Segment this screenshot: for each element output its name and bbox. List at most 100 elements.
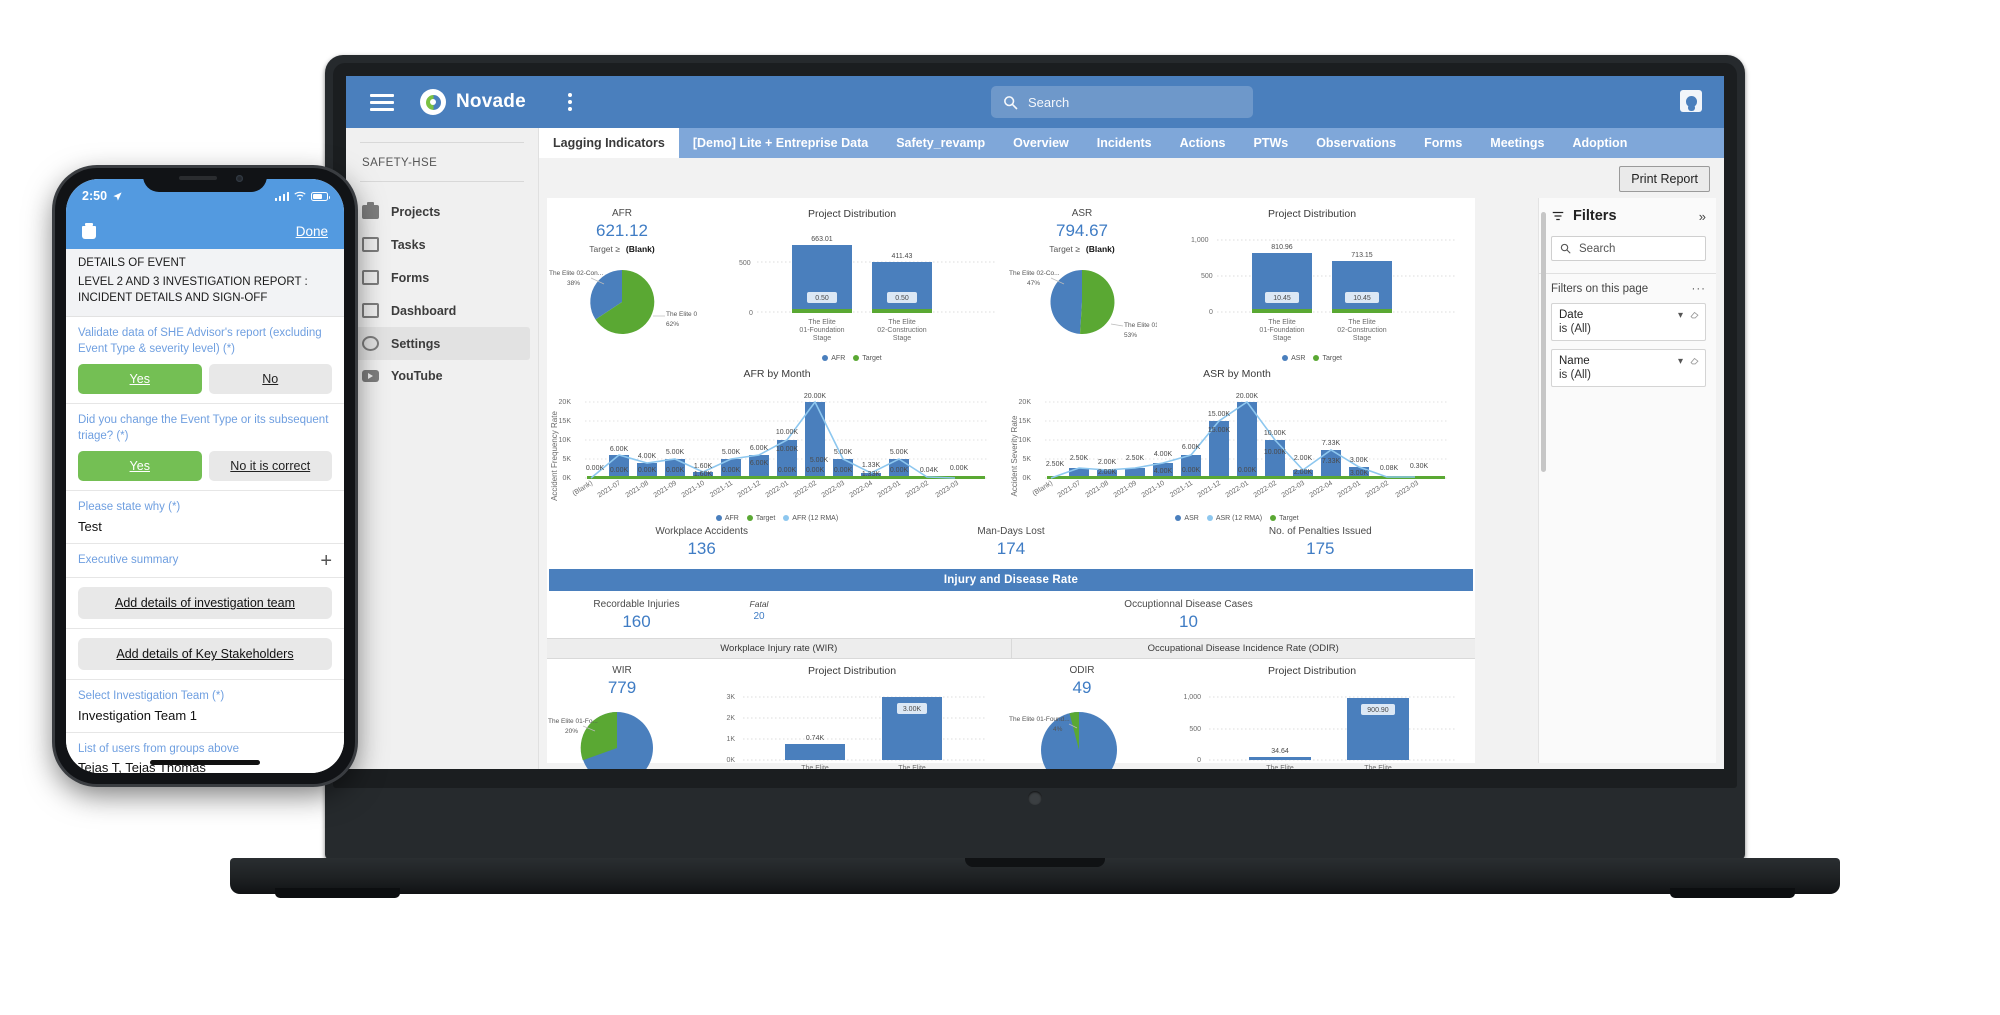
tab-demo-lite-entreprise-data[interactable]: [Demo] Lite + Entreprise Data [679,128,882,158]
rma-label: 7.33K [1322,458,1341,465]
account-icon[interactable] [1680,90,1702,112]
field-label: Please state why (*) [78,501,181,514]
choice-yes[interactable]: Yes [78,364,202,395]
kpi-value: 10 [1179,612,1198,631]
afr-pie-label-1: The Elite 01-... [666,311,697,318]
field-label: Executive summary [78,553,179,566]
add-key-stakeholders-button[interactable]: Add details of Key Stakeholders [78,638,332,671]
tab-forms[interactable]: Forms [1410,128,1476,158]
location-arrow-icon [113,191,122,201]
x-tick: 2021-11 [1169,480,1194,499]
sidebar-item-tasks[interactable]: Tasks [346,228,538,261]
field-label: Select Investigation Team (*) [78,690,225,703]
bar-sub-label: 0.00K [890,467,909,474]
laptop-lid: Novade Search SAFETY-HSE Projects Tasks … [325,55,1745,860]
x-tick: 2023-03 [1395,480,1421,500]
trash-icon[interactable] [82,223,96,239]
ellipsis-icon[interactable]: ··· [1692,283,1707,295]
tab-safety-revamp[interactable]: Safety_revamp [882,128,999,158]
x-tick: 2022-01 [1225,480,1251,500]
x-tick: 2022-03 [821,480,847,500]
kpi-value: 136 [687,539,716,558]
print-report-button[interactable]: Print Report [1619,166,1710,192]
bar-label: 5.00K [722,449,741,456]
app-header: Novade Search [346,76,1724,128]
filters-search-input[interactable]: Search [1551,236,1706,261]
chevron-double-right-icon[interactable]: » [1699,209,1706,224]
tab-meetings[interactable]: Meetings [1476,128,1558,158]
hamburger-icon[interactable] [370,93,394,111]
sidebar-item-label: Forms [391,270,430,285]
y-tick: 5K [562,456,571,463]
plus-icon[interactable]: + [320,551,332,571]
sidebar-item-projects[interactable]: Projects [346,196,538,228]
choice-no[interactable]: No [208,364,332,395]
field-please-state-why[interactable]: Please state why (*) Test [66,491,344,544]
done-button[interactable]: Done [296,224,328,239]
filter-card-date[interactable]: Date is (All) ▾ [1551,303,1706,341]
x-tick: (Blank) [572,480,595,498]
field-select-investigation-team[interactable]: Select Investigation Team (*) Investigat… [66,680,344,733]
chevron-down-icon[interactable]: ▾ [1678,356,1683,367]
briefcase-icon [362,202,379,219]
sidebar-item-dashboard[interactable]: Dashboard [346,294,538,327]
bar-sub-label: 0.00K [666,467,685,474]
filters-scrollbar[interactable] [1541,212,1546,472]
laptop-foot-right [1670,888,1795,898]
chevron-down-icon[interactable]: ▾ [1678,310,1683,321]
x-tick: 2021-07 [597,480,623,500]
novade-logo-icon [420,89,446,115]
y-tick: 500 [739,260,751,267]
sidebar-item-forms[interactable]: Forms [346,261,538,294]
chart-title: Project Distribution [807,665,897,677]
choice-yes[interactable]: Yes [78,451,202,482]
choice-no-it-is-correct[interactable]: No it is correct [208,451,332,482]
wir-pie-chart: The Elite 01-Fo... 20% The Elite 0... [548,711,653,769]
tab-ptws[interactable]: PTWs [1239,128,1302,158]
y-tick: 0 [1209,309,1213,316]
y-tick: 0 [749,310,753,317]
x-tick: 2021-09 [1113,480,1139,500]
bar-label: 5.00K [890,449,909,456]
home-indicator [150,760,260,765]
kpi-workplace-accidents: Workplace Accidents 136 [547,526,856,559]
legend-item: ASR [1282,355,1305,362]
y-tick: 0K [1022,475,1031,482]
bar-label: 5.00K [834,449,853,456]
section-header: DETAILS OF EVENT [66,249,344,273]
choice-row: Yes No [78,364,332,395]
eraser-icon[interactable] [1689,355,1700,366]
tab-bar: Lagging Indicators [Demo] Lite + Entrepr… [539,128,1724,158]
sidebar-item-youtube[interactable]: YouTube [346,360,538,392]
field-executive-summary[interactable]: + Executive summary [66,544,344,579]
legend-item: ASR [1175,515,1199,522]
add-investigation-team-button[interactable]: Add details of investigation team [78,587,332,620]
afr-pie-chart: The Elite 02-Con... 38% The Elite 01-...… [549,269,708,334]
more-vertical-icon[interactable] [567,93,572,111]
tab-observations[interactable]: Observations [1302,128,1410,158]
svg-text:The Elite: The Elite [888,319,916,326]
kpi-recordable-injuries: Recordable Injuries 160 [549,599,724,632]
filters-search-placeholder: Search [1579,242,1616,255]
filter-card-name[interactable]: Name is (All) ▾ [1551,349,1706,387]
tab-incidents[interactable]: Incidents [1083,128,1166,158]
tab-actions[interactable]: Actions [1166,128,1240,158]
field-list-of-users[interactable]: List of users from groups above Tejas T,… [66,733,344,773]
bar-label: 810.96 [1271,244,1293,251]
odir-value: 49 [1072,678,1092,697]
eraser-icon[interactable] [1689,309,1700,320]
sidebar-item-settings[interactable]: Settings [354,327,530,360]
search-input[interactable]: Search [991,86,1253,118]
x-tick: (Blank) [1032,480,1055,498]
tab-overview[interactable]: Overview [999,128,1083,158]
y-tick: 0 [1197,757,1201,764]
bar-label: 0.74K [806,735,825,742]
odir-project-distribution-chart: 1,000 500 0 34.64 900.90 The Elite The E… [1183,694,1457,769]
tab-adoption[interactable]: Adoption [1558,128,1641,158]
field-value: Investigation Team 1 [78,707,197,723]
x-tick: 2022-02 [1253,480,1279,500]
dashboard-icon [362,303,379,318]
tab-lagging-indicators[interactable]: Lagging Indicators [539,128,679,158]
y-tick: 1,000 [1191,237,1209,244]
y-tick: 500 [1201,273,1213,280]
